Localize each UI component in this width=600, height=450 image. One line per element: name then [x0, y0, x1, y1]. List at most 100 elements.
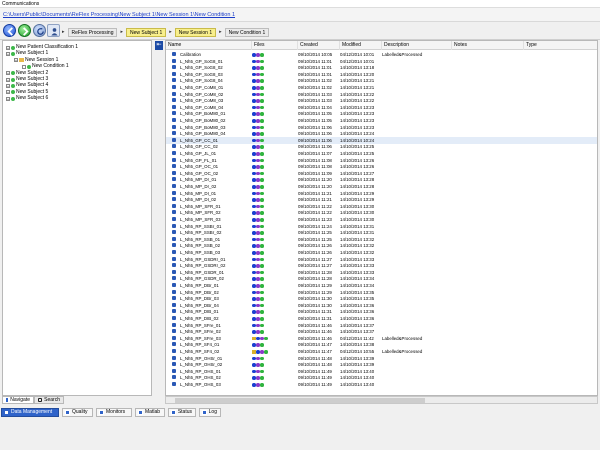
- flag-green-icon: [264, 336, 268, 341]
- column-header-notes[interactable]: Notes: [452, 41, 524, 50]
- breadcrumb-subject[interactable]: New Subject 1: [126, 27, 167, 37]
- flag-blue-icon: [252, 270, 256, 275]
- flag-blue-icon: [252, 231, 256, 235]
- flag-blue-icon: [256, 350, 260, 354]
- tab-search[interactable]: Search: [34, 396, 64, 404]
- flag-green-icon: [260, 363, 264, 367]
- trial-icon: [172, 210, 176, 215]
- module-data-management[interactable]: Data Management: [1, 408, 59, 417]
- column-header-description[interactable]: Description: [382, 41, 452, 50]
- flag-blue-icon: [252, 138, 256, 143]
- trial-icon: [172, 170, 176, 175]
- flag-green-icon: [260, 86, 264, 90]
- module-status[interactable]: Status: [168, 408, 196, 417]
- flag-blue-icon: [252, 53, 256, 57]
- column-header-type[interactable]: Type: [524, 41, 597, 50]
- flag-green-icon: [260, 297, 264, 301]
- scrollbar-thumb[interactable]: [175, 398, 425, 403]
- flag-blue-icon: [252, 317, 256, 321]
- flag-green-icon: [260, 251, 264, 255]
- tree-item[interactable]: + New Subject 6: [6, 95, 48, 102]
- expander-icon[interactable]: +: [6, 83, 10, 88]
- cell-name: L_Nh5_RP_OHS_03: [180, 382, 221, 387]
- trial-icon: [172, 382, 176, 386]
- table-row[interactable]: L_Nh5_RP_OHS_03 09/10/2014 11:49 14/10/201…: [166, 381, 597, 388]
- flag-blue-icon: [252, 79, 256, 83]
- column-header-name[interactable]: Name: [166, 41, 252, 50]
- breadcrumb-reflex[interactable]: ReFlex Processing: [67, 27, 118, 37]
- flag-purple-icon: [256, 92, 260, 97]
- flag-green-icon: [260, 138, 264, 143]
- flag-purple-icon: [256, 231, 260, 235]
- flag-green-icon: [260, 330, 264, 334]
- panel-splitter[interactable]: [153, 40, 165, 396]
- flag-blue-icon: [252, 204, 256, 209]
- expander-icon[interactable]: [22, 64, 26, 69]
- breadcrumb-condition[interactable]: New Condition 1: [224, 27, 270, 37]
- module-matlab[interactable]: Matlab: [135, 408, 165, 417]
- flag-green-icon: [260, 72, 264, 77]
- tab-navigate-label: Navigate: [10, 397, 30, 403]
- expander-icon[interactable]: +: [14, 58, 18, 63]
- flag-green-icon: [260, 310, 264, 314]
- flag-purple-icon: [256, 383, 260, 387]
- flag-blue-icon: [252, 125, 256, 130]
- path-link[interactable]: C:\Users\Public\Documents\ReFlex Process…: [3, 12, 235, 18]
- expander-icon[interactable]: +: [6, 77, 10, 82]
- collapse-panel-button[interactable]: ⇤: [155, 41, 163, 50]
- breadcrumb-arrow-icon: ▸: [169, 28, 172, 35]
- flag-green-icon: [260, 224, 264, 229]
- flag-purple-icon: [256, 376, 260, 380]
- flag-green-icon: [260, 178, 264, 182]
- expander-icon[interactable]: +: [6, 45, 10, 50]
- flag-yellow-icon: [252, 350, 256, 354]
- flag-blue-icon: [252, 165, 256, 169]
- table-header: Name Files Created Modified Description …: [166, 41, 597, 50]
- expander-icon[interactable]: +: [6, 90, 10, 95]
- flag-purple-icon: [256, 290, 260, 295]
- flag-green-icon: [260, 343, 264, 347]
- flag-purple-icon: [256, 178, 260, 182]
- tab-search-label: Search: [44, 397, 60, 403]
- module-quality[interactable]: Quality: [62, 408, 93, 417]
- horizontal-scrollbar[interactable]: [165, 396, 598, 404]
- flag-purple-icon: [256, 99, 260, 103]
- flag-purple-icon: [256, 66, 260, 70]
- user-button[interactable]: [47, 24, 60, 37]
- module-log[interactable]: Log: [199, 408, 221, 417]
- column-header-modified[interactable]: Modified: [340, 41, 382, 50]
- flag-green-icon: [260, 277, 264, 281]
- flag-purple-icon: [256, 356, 260, 361]
- flag-blue-icon: [252, 178, 256, 182]
- flag-blue-icon: [252, 211, 256, 215]
- trial-icon: [172, 137, 176, 142]
- column-header-files[interactable]: Files: [252, 41, 298, 50]
- expander-icon[interactable]: +: [6, 96, 10, 101]
- flag-green-icon: [260, 185, 264, 189]
- expander-icon[interactable]: +: [6, 51, 10, 56]
- trial-table: Name Files Created Modified Description …: [165, 40, 598, 396]
- breadcrumb-session[interactable]: New Session 1: [174, 27, 217, 37]
- flag-green-icon: [260, 112, 264, 116]
- refresh-button[interactable]: [33, 24, 46, 37]
- tab-navigate[interactable]: Navigate: [2, 396, 34, 404]
- module-bar: Data Management Quality Monitors Matlab …: [0, 408, 600, 417]
- flag-purple-icon: [260, 336, 264, 341]
- flag-blue-icon: [252, 251, 256, 255]
- flag-green-icon: [260, 198, 264, 202]
- trial-icon: [172, 131, 176, 136]
- user-icon: [51, 28, 58, 36]
- flag-green-icon: [260, 369, 264, 374]
- trial-icon: [172, 98, 176, 103]
- flag-blue-icon: [252, 376, 256, 380]
- trial-icon: [172, 296, 176, 301]
- trial-icon: [172, 217, 176, 221]
- column-header-created[interactable]: Created: [298, 41, 340, 50]
- module-monitors[interactable]: Monitors: [96, 408, 132, 417]
- forward-button[interactable]: [18, 24, 31, 37]
- flag-purple-icon: [256, 79, 260, 83]
- breadcrumb-arrow-icon: ▸: [219, 28, 222, 35]
- back-button[interactable]: [3, 24, 16, 37]
- expander-icon[interactable]: +: [6, 71, 10, 76]
- module-label: Monitors: [106, 409, 126, 415]
